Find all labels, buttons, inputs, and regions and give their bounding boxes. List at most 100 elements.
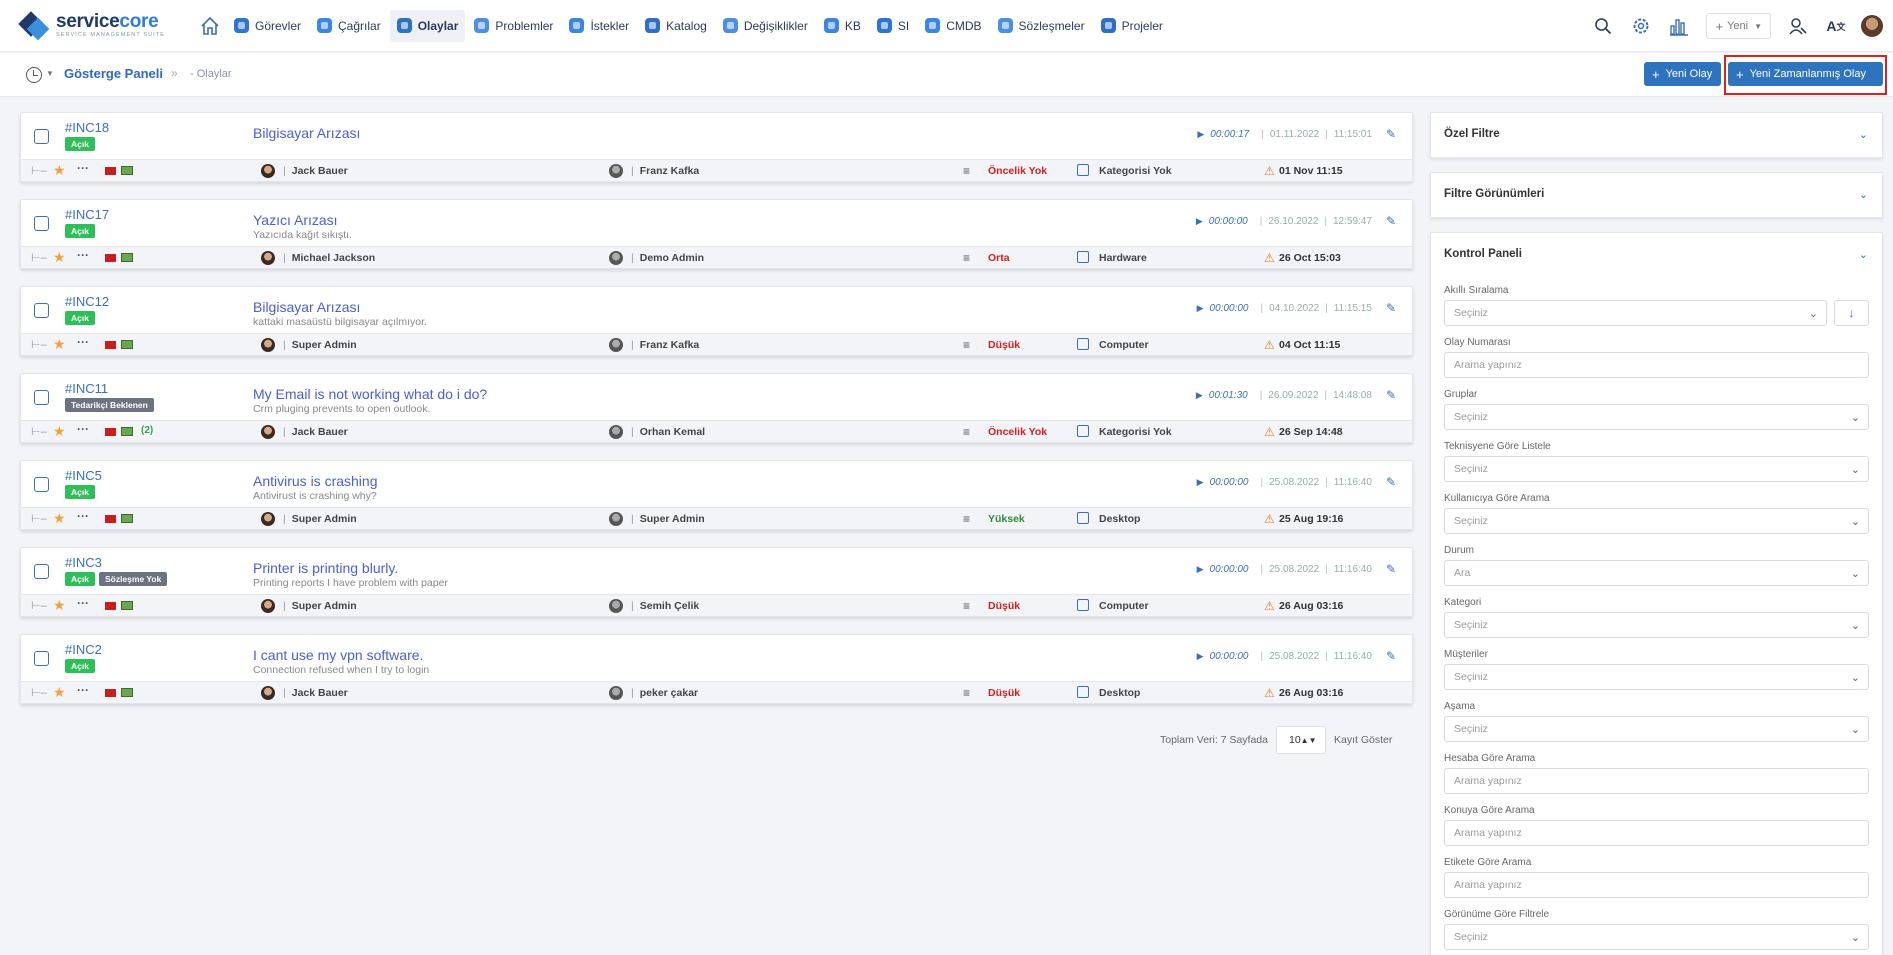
nav-item-2[interactable]: Olaylar: [389, 9, 466, 42]
incident-title-link[interactable]: Yazıcı Arızası: [253, 212, 338, 228]
incident-title-link[interactable]: Antivirus is crashing: [253, 473, 378, 489]
play-icon[interactable]: ▶: [1197, 477, 1204, 488]
chevron-down-icon[interactable]: ⌄: [1859, 248, 1868, 261]
filter-select[interactable]: Seçiniz ⌄: [1444, 456, 1869, 482]
requester-name[interactable]: Super Admin: [283, 513, 357, 525]
assignee-name[interactable]: Franz Kafka: [631, 165, 700, 177]
incident-card[interactable]: #INC18 Açık Bilgisayar Arızası ▶ 00:00:1…: [20, 112, 1413, 182]
more-options-icon[interactable]: ···: [77, 422, 89, 436]
star-icon[interactable]: ★: [53, 249, 66, 266]
star-icon[interactable]: ★: [53, 423, 66, 440]
nav-item-9[interactable]: CMDB: [918, 10, 988, 42]
incident-card[interactable]: #INC2 Açık I cant use my vpn software. C…: [20, 634, 1413, 704]
pin-icon[interactable]: ⊢–: [31, 164, 47, 177]
more-options-icon[interactable]: ···: [77, 683, 89, 697]
incident-title-link[interactable]: I cant use my vpn software.: [253, 647, 423, 663]
filter-input[interactable]: Arama yapınız: [1444, 872, 1869, 898]
sort-direction-button[interactable]: ↓: [1834, 300, 1869, 326]
incident-title-link[interactable]: Bilgisayar Arızası: [253, 125, 360, 141]
history-clock-icon[interactable]: [26, 67, 42, 83]
special-filter-panel[interactable]: Özel Filtre ⌄: [1430, 112, 1883, 158]
pin-icon[interactable]: ⊢–: [31, 686, 47, 699]
page-size-select[interactable]: 10 ▲▼: [1275, 726, 1326, 754]
nav-item-7[interactable]: KB: [817, 10, 868, 42]
incident-checkbox[interactable]: [34, 216, 49, 231]
incident-title-link[interactable]: Printer is printing blurly.: [253, 560, 398, 576]
chevron-down-icon[interactable]: ⌄: [1859, 128, 1868, 141]
logo[interactable]: servicecore SERVICE MANAGEMENT SUITE: [18, 10, 175, 41]
incident-title-link[interactable]: My Email is not working what do i do?: [253, 386, 487, 402]
chevron-down-icon[interactable]: ⌄: [1859, 188, 1868, 201]
more-options-icon[interactable]: ···: [77, 596, 89, 610]
assignee-name[interactable]: Orhan Kemal: [631, 426, 705, 438]
filter-input[interactable]: Arama yapınız: [1444, 352, 1869, 378]
pin-icon[interactable]: ⊢–: [31, 338, 47, 351]
star-icon[interactable]: ★: [53, 510, 66, 527]
play-icon[interactable]: ▶: [1197, 564, 1204, 575]
edit-pencil-icon[interactable]: ✎: [1386, 214, 1396, 228]
assignee-name[interactable]: Semih Çelik: [631, 600, 700, 612]
nav-item-0[interactable]: Görevler: [227, 10, 308, 42]
edit-pencil-icon[interactable]: ✎: [1386, 388, 1396, 402]
assignee-name[interactable]: Super Admin: [631, 513, 705, 525]
star-icon[interactable]: ★: [53, 336, 66, 353]
play-icon[interactable]: ▶: [1196, 390, 1203, 401]
requester-name[interactable]: Michael Jackson: [283, 252, 375, 264]
requester-name[interactable]: Jack Bauer: [283, 426, 348, 438]
nav-item-4[interactable]: İstekler: [562, 10, 636, 42]
edit-pencil-icon[interactable]: ✎: [1386, 475, 1396, 489]
incident-id-link[interactable]: #INC12: [65, 294, 109, 309]
user-search-icon[interactable]: [1787, 15, 1809, 37]
nav-item-3[interactable]: Problemler: [467, 10, 560, 42]
search-icon[interactable]: [1592, 15, 1614, 37]
nav-item-8[interactable]: SI: [870, 10, 916, 42]
incident-title-link[interactable]: Bilgisayar Arızası: [253, 299, 360, 315]
incident-checkbox[interactable]: [34, 477, 49, 492]
incident-card[interactable]: #INC3 Açık Sözleşme Yok Printer is printi…: [20, 547, 1413, 617]
assignee-name[interactable]: peker çakar: [631, 687, 698, 699]
requester-name[interactable]: Jack Bauer: [283, 687, 348, 699]
edit-pencil-icon[interactable]: ✎: [1386, 562, 1396, 576]
requester-name[interactable]: Jack Bauer: [283, 165, 348, 177]
incident-checkbox[interactable]: [34, 390, 49, 405]
incident-checkbox[interactable]: [34, 129, 49, 144]
filter-select[interactable]: Seçiniz ⌄: [1444, 924, 1869, 950]
filter-select[interactable]: Seçiniz ⌄: [1444, 612, 1869, 638]
play-icon[interactable]: ▶: [1196, 216, 1203, 227]
filter-input[interactable]: Arama yapınız: [1444, 768, 1869, 794]
edit-pencil-icon[interactable]: ✎: [1386, 127, 1396, 141]
incident-checkbox[interactable]: [34, 564, 49, 579]
nav-item-6[interactable]: Değişiklikler: [716, 10, 815, 42]
new-incident-button[interactable]: + Yeni Olay: [1644, 62, 1721, 86]
reports-chart-icon[interactable]: [1668, 15, 1690, 37]
more-options-icon[interactable]: ···: [77, 248, 89, 262]
star-icon[interactable]: ★: [53, 684, 66, 701]
incident-checkbox[interactable]: [34, 303, 49, 318]
incident-id-link[interactable]: #INC11: [65, 381, 108, 396]
nav-item-1[interactable]: Çağrılar: [310, 10, 388, 42]
nav-item-10[interactable]: Sözleşmeler: [991, 10, 1092, 42]
play-icon[interactable]: ▶: [1197, 129, 1204, 140]
filter-select[interactable]: Seçiniz ⌄: [1444, 404, 1869, 430]
incident-card[interactable]: #INC5 Açık Antivirus is crashing Antivir…: [20, 460, 1413, 530]
pin-icon[interactable]: ⊢–: [31, 425, 47, 438]
filter-input[interactable]: Arama yapınız: [1444, 820, 1869, 846]
assignee-name[interactable]: Demo Admin: [631, 252, 704, 264]
gear-icon[interactable]: [1630, 15, 1652, 37]
avatar[interactable]: [1861, 15, 1883, 37]
filter-select[interactable]: Seçiniz ⌄: [1444, 300, 1827, 326]
pin-icon[interactable]: ⊢–: [31, 512, 47, 525]
incident-card[interactable]: #INC12 Açık Bilgisayar Arızası kattaki m…: [20, 286, 1413, 356]
new-dropdown-button[interactable]: + Yeni ▼: [1706, 13, 1771, 39]
filter-select[interactable]: Seçiniz ⌄: [1444, 508, 1869, 534]
incident-checkbox[interactable]: [34, 651, 49, 666]
more-options-icon[interactable]: ···: [77, 335, 89, 349]
assignee-name[interactable]: Franz Kafka: [631, 339, 700, 351]
edit-pencil-icon[interactable]: ✎: [1386, 301, 1396, 315]
filter-select[interactable]: Seçiniz ⌄: [1444, 664, 1869, 690]
play-icon[interactable]: ▶: [1197, 303, 1204, 314]
pin-icon[interactable]: ⊢–: [31, 251, 47, 264]
incident-id-link[interactable]: #INC3: [65, 555, 102, 570]
incident-id-link[interactable]: #INC2: [65, 642, 102, 657]
star-icon[interactable]: ★: [53, 162, 66, 179]
